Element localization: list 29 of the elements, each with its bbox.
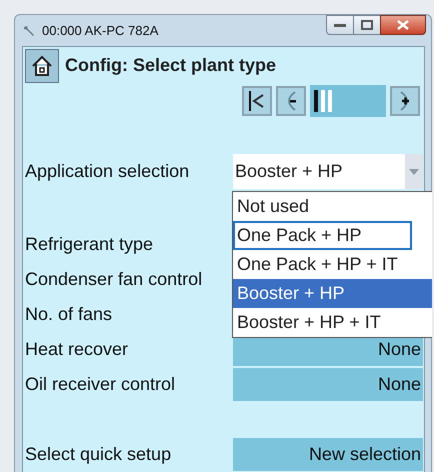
next-page-button[interactable] xyxy=(390,86,420,116)
home-button[interactable] xyxy=(25,48,59,82)
value-field[interactable]: New selection xyxy=(233,438,423,472)
minimize-button[interactable] xyxy=(326,15,354,35)
dropdown-arrow-icon xyxy=(409,168,419,174)
field-label: Heat recover xyxy=(25,339,130,360)
maximize-button[interactable] xyxy=(353,15,381,35)
application-dropdown[interactable]: Booster + HP xyxy=(233,154,423,189)
dropdown-option[interactable]: Booster + HP xyxy=(233,279,432,308)
dropdown-option[interactable]: One Pack + HP xyxy=(233,221,412,250)
dropdown-option[interactable]: Not used xyxy=(233,192,432,221)
field-label: Condenser fan control xyxy=(25,269,204,290)
home-icon xyxy=(30,54,54,78)
wrench-icon xyxy=(22,24,36,38)
field-label: Refrigerant type xyxy=(25,234,154,255)
page-title: Config: Select plant type xyxy=(65,55,276,76)
window-title: 00:000 AK-PC 782A xyxy=(42,23,160,38)
field-label: No. of fans xyxy=(25,304,114,325)
first-page-button[interactable] xyxy=(242,86,272,116)
close-icon xyxy=(397,20,409,30)
minimize-icon xyxy=(334,23,346,27)
field-label: Application selection xyxy=(25,161,190,182)
dropdown-option[interactable]: One Pack + HP + IT xyxy=(233,250,432,279)
maximize-icon xyxy=(361,20,373,30)
field-label: Oil receiver control xyxy=(25,374,176,395)
close-button[interactable] xyxy=(380,15,426,35)
field-label: Select quick setup xyxy=(25,444,172,465)
value-field[interactable]: None xyxy=(233,368,423,402)
first-page-icon xyxy=(248,90,266,112)
